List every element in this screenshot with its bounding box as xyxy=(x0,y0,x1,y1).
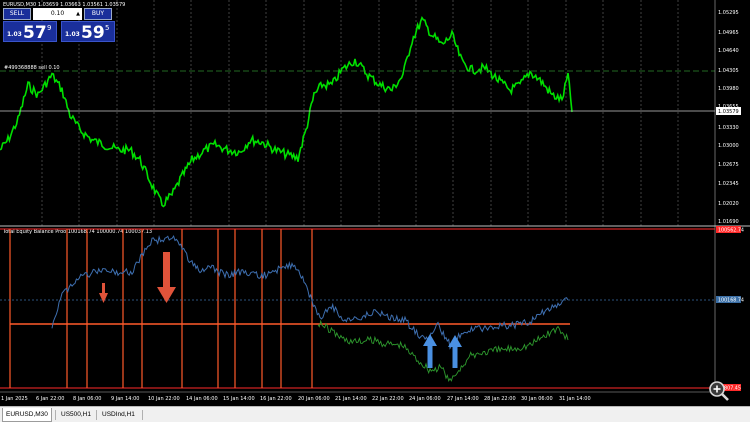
price-axis-label: 1.03000 xyxy=(718,143,739,149)
time-axis-label: 9 Jan 14:00 xyxy=(111,396,139,402)
sell-price-quote[interactable]: 1.03 57 9 xyxy=(3,21,57,43)
time-axis-label: 10 Jan 22:00 xyxy=(148,396,180,402)
price-axis-label: 1.04305 xyxy=(718,68,739,74)
time-axis-label: 15 Jan 14:00 xyxy=(223,396,255,402)
indicator-mid-tag-text: 100168.74 xyxy=(718,298,744,304)
main-vertical-grid xyxy=(41,0,679,226)
time-axis-label: 21 Jan 14:00 xyxy=(335,396,367,402)
up-arrow-right xyxy=(448,335,462,368)
sell-price-fraction: 9 xyxy=(47,24,52,32)
chart-tabs-bar: EURUSD,M30 US500,H1 USDInd,H1 xyxy=(0,406,750,422)
price-line xyxy=(0,15,573,208)
price-axis-label: 1.02020 xyxy=(718,201,739,207)
price-axis-label: 1.02675 xyxy=(718,162,739,168)
indicator-top-tag-text: 100562.74 xyxy=(718,228,744,234)
price-axis-label: 1.04965 xyxy=(718,30,739,36)
one-click-trading-panel: SELL 0.10 ▲ BUY 1.03 57 9 1.03 59 5 xyxy=(3,8,115,43)
time-axis-label: 20 Jan 06:00 xyxy=(298,396,330,402)
time-axis-label: 1 Jan 2025 xyxy=(1,396,28,402)
price-axis-label: 1.02345 xyxy=(718,181,739,187)
tab-separator xyxy=(142,410,143,420)
sell-button[interactable]: SELL xyxy=(3,8,31,20)
current-price-tag-text: 1.03579 xyxy=(718,109,739,115)
time-axis-label: 27 Jan 14:00 xyxy=(447,396,479,402)
margin-line xyxy=(317,319,569,382)
price-axis-label: 1.03330 xyxy=(718,125,739,131)
time-axis-label: 24 Jan 06:00 xyxy=(409,396,441,402)
time-axis-label: 30 Jan 06:00 xyxy=(521,396,553,402)
time-axis-label: 22 Jan 22:00 xyxy=(372,396,404,402)
time-axis: 1 Jan 2025 6 Jan 22:00 8 Jan 06:00 9 Jan 14… xyxy=(1,396,591,402)
equity-line xyxy=(51,234,569,350)
time-axis-label: 6 Jan 22:00 xyxy=(36,396,64,402)
time-axis-label: 16 Jan 22:00 xyxy=(260,396,292,402)
buy-price-quote[interactable]: 1.03 59 5 xyxy=(61,21,115,43)
price-axis: 1.052951.049651.046401.043051.039801.036… xyxy=(718,10,739,225)
price-axis-label: 1.01690 xyxy=(718,219,739,225)
lot-size-input[interactable]: 0.10 ▲ xyxy=(33,8,82,20)
sell-price-pips: 57 xyxy=(23,23,47,43)
tab-us500-h1[interactable]: US500,H1 xyxy=(58,408,94,422)
buy-price-pips: 59 xyxy=(81,23,105,43)
tab-eurusd-m30[interactable]: EURUSD,M30 xyxy=(2,408,52,422)
sell-price-prefix: 1.03 xyxy=(7,31,22,38)
buy-button[interactable]: BUY xyxy=(84,8,112,20)
price-axis-label: 1.04640 xyxy=(718,48,739,54)
time-axis-label: 8 Jan 06:00 xyxy=(73,396,101,402)
trade-vertical-lines xyxy=(9,229,313,388)
tab-separator xyxy=(55,410,56,420)
time-axis-label: 31 Jan 14:00 xyxy=(559,396,591,402)
buy-price-prefix: 1.03 xyxy=(65,31,80,38)
time-axis-label: 14 Jan 06:00 xyxy=(186,396,218,402)
spinner-arrows-icon[interactable]: ▲ xyxy=(76,8,80,20)
zoom-in-icon[interactable] xyxy=(708,380,730,402)
chart-canvas[interactable]: #499368888 sell 0.10 EURUSD,M30 1.03659 … xyxy=(0,0,750,404)
order-label: #499368888 sell 0.10 xyxy=(4,65,60,71)
indicator-title: Total Equity Balance Proo 100168.74 1000… xyxy=(2,229,152,235)
lot-size-value: 0.10 xyxy=(50,10,65,17)
down-arrow-large xyxy=(157,252,176,303)
buy-price-fraction: 5 xyxy=(105,24,110,32)
time-axis-label: 28 Jan 22:00 xyxy=(484,396,516,402)
price-axis-label: 1.03980 xyxy=(718,86,739,92)
price-axis-label: 1.05295 xyxy=(718,10,739,16)
tab-separator xyxy=(96,410,97,420)
tab-usdind-h1[interactable]: USDInd,H1 xyxy=(99,408,138,422)
